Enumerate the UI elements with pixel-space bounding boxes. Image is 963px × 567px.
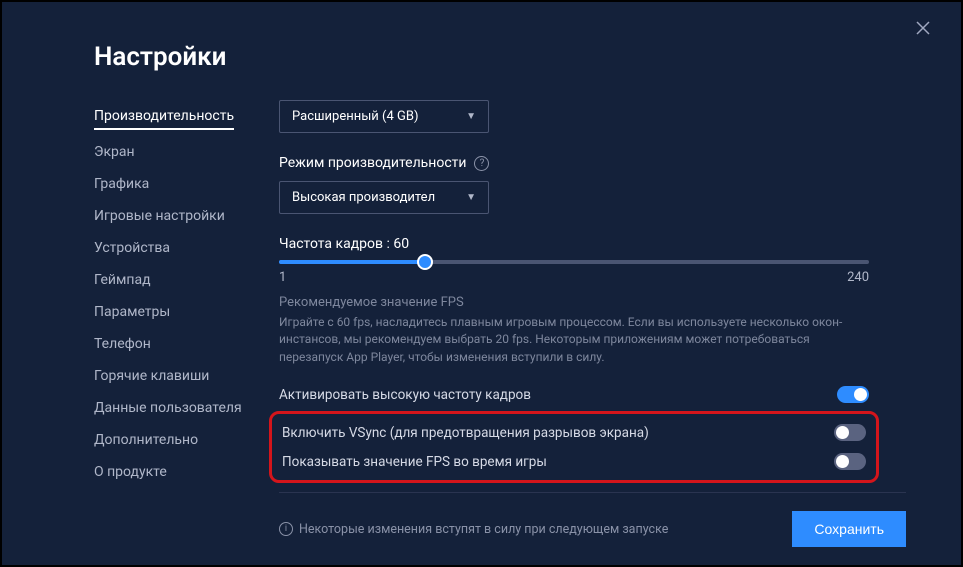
sidebar: Производительность Экран Графика Игровые…: [94, 100, 279, 488]
perf-mode-label: Режим производительности ?: [279, 155, 869, 171]
vsync-toggle[interactable]: [834, 424, 866, 441]
highlight-box: Включить VSync (для предотвращения разры…: [269, 411, 879, 483]
fps-slider[interactable]: [279, 260, 869, 264]
main-panel: Расширенный (4 GB) ▼ Режим производитель…: [279, 100, 961, 488]
sidebar-item-devices[interactable]: Устройства: [94, 232, 279, 264]
close-button[interactable]: [915, 20, 939, 44]
toggle-row-vsync: Включить VSync (для предотвращения разры…: [282, 418, 866, 447]
footer: i Некоторые изменения вступят в силу при…: [279, 492, 906, 565]
page-title: Настройки: [2, 2, 961, 72]
sidebar-item-gamepad[interactable]: Геймпад: [94, 264, 279, 296]
memory-dropdown[interactable]: Расширенный (4 GB) ▼: [279, 100, 489, 133]
vsync-label: Включить VSync (для предотвращения разры…: [282, 425, 649, 441]
footer-note: i Некоторые изменения вступят в силу при…: [279, 522, 668, 537]
sidebar-item-phone[interactable]: Телефон: [94, 328, 279, 360]
sidebar-item-performance[interactable]: Производительность: [94, 100, 234, 130]
toggle-row-show-fps: Показывать значение FPS во время игры: [282, 447, 866, 476]
save-button[interactable]: Сохранить: [792, 511, 906, 547]
fps-slider-label: Частота кадров : 60: [279, 236, 869, 252]
perf-mode-dropdown[interactable]: Высокая производител ▼: [279, 181, 489, 214]
show-fps-label: Показывать значение FPS во время игры: [282, 454, 547, 470]
help-icon[interactable]: ?: [474, 156, 489, 171]
show-fps-toggle[interactable]: [834, 453, 866, 470]
fps-hint-body: Играйте с 60 fps, насладитесь плавным иг…: [279, 314, 869, 366]
memory-value: Расширенный (4 GB): [292, 109, 419, 124]
toggle-row-high-fps: Активировать высокую частоту кадров: [279, 380, 869, 409]
sidebar-item-graphics[interactable]: Графика: [94, 168, 279, 200]
slider-thumb[interactable]: [417, 254, 433, 270]
chevron-down-icon: ▼: [466, 192, 476, 203]
sidebar-item-about[interactable]: О продукте: [94, 456, 279, 488]
fps-min: 1: [279, 270, 286, 285]
settings-window: Настройки Производительность Экран Графи…: [2, 2, 961, 565]
fps-max: 240: [847, 270, 869, 285]
sidebar-item-game-settings[interactable]: Игровые настройки: [94, 200, 279, 232]
sidebar-item-parameters[interactable]: Параметры: [94, 296, 279, 328]
perf-mode-value: Высокая производител: [292, 190, 435, 205]
fps-hint-title: Рекомендуемое значение FPS: [279, 295, 869, 310]
sidebar-item-screen[interactable]: Экран: [94, 136, 279, 168]
info-icon: i: [279, 522, 293, 536]
high-fps-label: Активировать высокую частоту кадров: [279, 387, 531, 403]
sidebar-item-user-data[interactable]: Данные пользователя: [94, 392, 279, 424]
sidebar-item-hotkeys[interactable]: Горячие клавиши: [94, 360, 279, 392]
sidebar-item-advanced[interactable]: Дополнительно: [94, 424, 279, 456]
chevron-down-icon: ▼: [466, 111, 476, 122]
high-fps-toggle[interactable]: [837, 386, 869, 403]
